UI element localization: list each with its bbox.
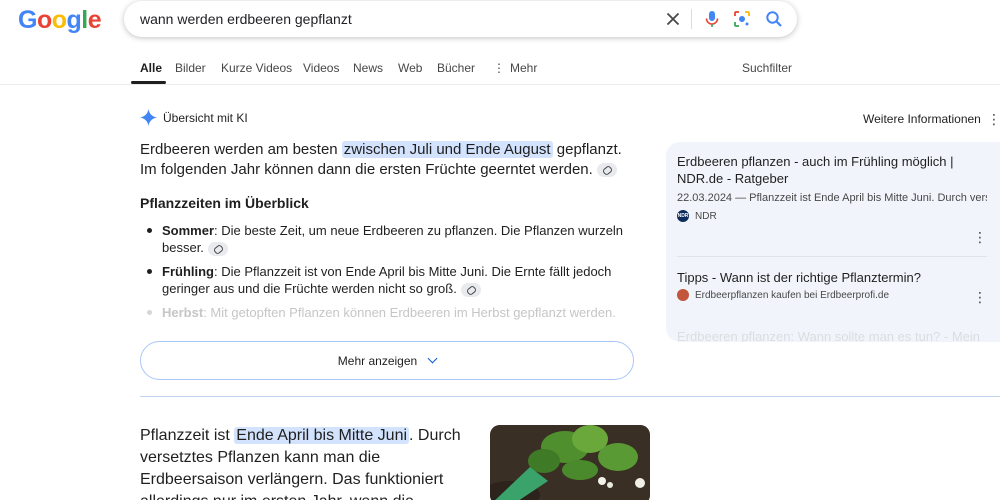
tab-alle[interactable]: Alle <box>140 61 162 75</box>
ai-overview-subheading: Pflanzzeiten im Überblick <box>140 195 309 211</box>
list-item: Frühling: Die Pflanzzeit ist von Ende Ap… <box>140 263 630 297</box>
strawberry-plant-image[interactable] <box>490 425 650 500</box>
source-link-icon[interactable] <box>207 241 228 256</box>
strawberry-favicon-icon <box>677 289 689 301</box>
source-title-faded[interactable]: Erdbeeren pflanzen: Wann sollte man es t… <box>677 329 980 342</box>
bullet-text: : Die Pflanzzeit ist von Ende April bis … <box>162 264 612 296</box>
bullet-term: Herbst <box>162 305 204 320</box>
bullet-term: Sommer <box>162 223 215 238</box>
tab-kurze-videos[interactable]: Kurze Videos <box>221 61 292 75</box>
more-info-link[interactable]: Weitere Informationen <box>863 112 981 126</box>
bullet-text: : Die beste Zeit, um neue Erdbeeren zu p… <box>162 223 624 255</box>
tab-web[interactable]: Web <box>398 61 422 75</box>
source-card[interactable]: Tipps - Wann ist der richtige Pflanzterm… <box>677 269 987 301</box>
lens-icon[interactable] <box>732 9 752 29</box>
source-site-name: Erdbeerpflanzen kaufen bei Erdbeerprofi.… <box>695 289 890 301</box>
bullet-term: Frühling <box>162 264 214 279</box>
source-options-icon[interactable]: ⋮ <box>973 290 987 304</box>
logo-letter: G <box>18 6 37 34</box>
list-item: Sommer: Die beste Zeit, um neue Erdbeere… <box>140 222 630 256</box>
logo-letter: e <box>87 6 102 34</box>
ai-overview-bullet-list: Sommer: Die beste Zeit, um neue Erdbeere… <box>140 222 630 328</box>
search-input[interactable]: wann werden erdbeeren gepflanzt <box>140 11 352 27</box>
close-icon[interactable] <box>663 9 683 29</box>
logo-letter: o <box>36 6 52 34</box>
featured-snippet-text: Pflanzzeit ist Ende April bis Mitte Juni… <box>140 425 470 500</box>
search-filter-button[interactable]: Suchfilter <box>742 61 792 75</box>
summary-text: Erdbeeren werden am besten <box>140 141 342 158</box>
source-title[interactable]: Erdbeeren pflanzen - auch im Frühling mö… <box>677 153 987 187</box>
chevron-down-icon <box>427 353 438 364</box>
show-more-label: Mehr anzeigen <box>337 353 418 368</box>
summary-highlight: zwischen Juli und Ende August <box>341 141 553 158</box>
search-icon[interactable] <box>764 9 784 29</box>
ai-overview-header: Übersicht mit KI <box>140 109 248 126</box>
ndr-favicon-icon: NDR <box>677 210 689 222</box>
source-site-name: NDR <box>695 210 717 222</box>
tab-buecher[interactable]: Bücher <box>437 61 475 75</box>
ai-overview-options-icon[interactable]: ⋮ <box>987 112 1000 126</box>
tab-mehr[interactable]: ⋮ Mehr <box>493 61 537 75</box>
source-link-icon[interactable] <box>596 163 617 178</box>
strawberry-plant-illustration <box>490 425 650 500</box>
source-title[interactable]: Tipps - Wann ist der richtige Pflanzterm… <box>677 269 987 286</box>
ai-overview-summary: Erdbeeren werden am besten zwischen Juli… <box>140 140 635 180</box>
tab-bilder[interactable]: Bilder <box>175 61 206 75</box>
snippet-text: Pflanzzeit ist <box>140 427 235 444</box>
list-item: Herbst: Mit getopften Pflanzen können Er… <box>140 304 630 321</box>
tab-news[interactable]: News <box>353 61 383 75</box>
search-divider <box>691 9 692 29</box>
more-vert-icon: ⋮ <box>493 61 505 75</box>
snippet-highlight: Ende April bis Mitte Juni <box>234 427 410 444</box>
source-card[interactable]: Erdbeeren pflanzen - auch im Frühling mö… <box>677 153 987 222</box>
source-divider <box>677 256 987 257</box>
ai-sources-panel: Erdbeeren pflanzen - auch im Frühling mö… <box>666 142 1000 342</box>
tab-mehr-label: Mehr <box>510 61 538 75</box>
tab-videos[interactable]: Videos <box>303 61 339 75</box>
search-box[interactable]: wann werden erdbeeren gepflanzt <box>124 1 797 37</box>
section-divider <box>140 396 1000 397</box>
show-more-button[interactable]: Mehr anzeigen <box>140 341 634 380</box>
bullet-text: : Mit getopften Pflanzen können Erdbeere… <box>203 305 616 320</box>
source-link-icon[interactable] <box>460 282 481 297</box>
logo-letter: g <box>66 6 82 34</box>
google-logo[interactable]: Google <box>18 6 102 35</box>
logo-letter: o <box>51 6 67 34</box>
source-site: NDR NDR <box>677 210 987 222</box>
tabs-divider <box>0 84 1000 85</box>
gemini-sparkle-icon <box>140 109 157 126</box>
microphone-icon[interactable] <box>702 9 722 29</box>
ai-overview-title: Übersicht mit KI <box>163 110 248 125</box>
source-site: Erdbeerpflanzen kaufen bei Erdbeerprofi.… <box>677 289 987 301</box>
source-snippet: 22.03.2024 — Pflanzzeit ist Ende April b… <box>677 192 987 204</box>
source-options-icon[interactable]: ⋮ <box>973 230 987 244</box>
